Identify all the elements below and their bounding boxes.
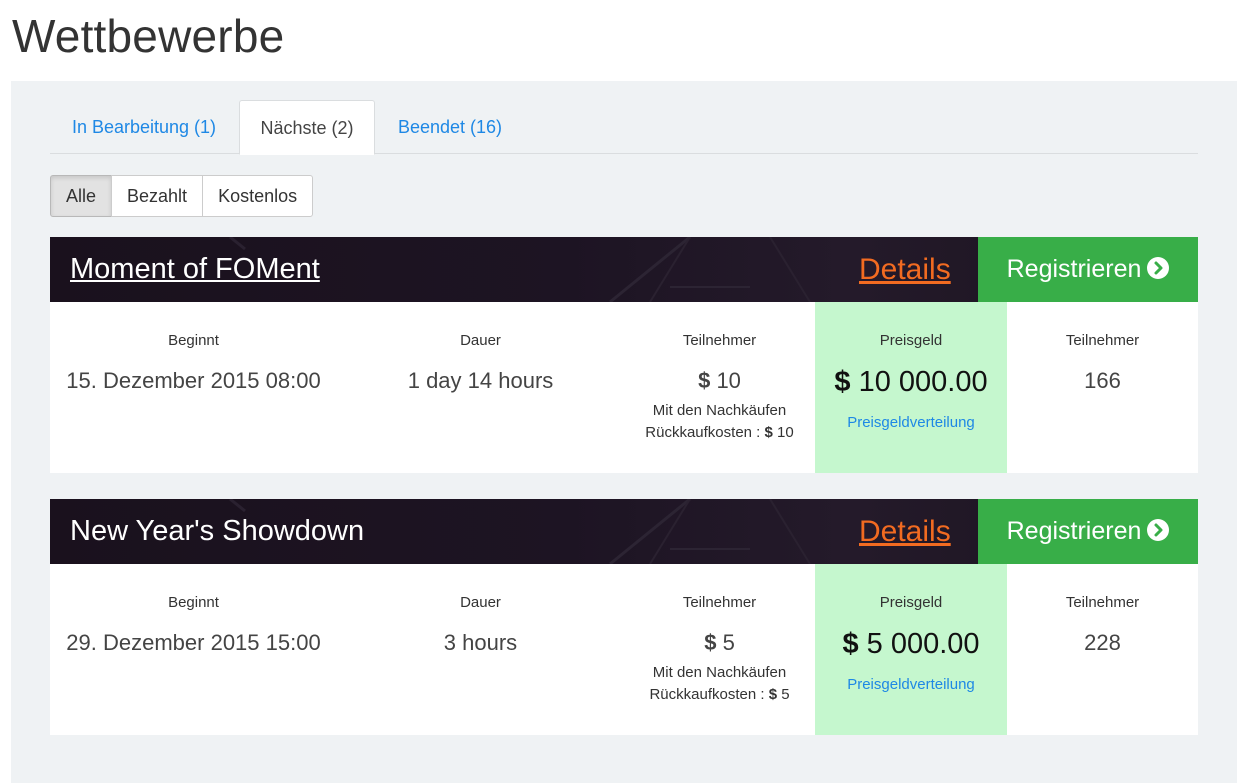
start-value: 29. Dezember 2015 15:00 [66,630,321,655]
buyin-amount: 10 [716,368,741,393]
start-label: Beginnt [168,332,219,349]
buyin-value: $ 10 [624,368,815,394]
register-label: Registrieren [1006,517,1142,545]
prize-value: $ 10 000.00 [815,366,1007,399]
tournament-title: New Year's Showdown [70,515,365,547]
rebuy-cost: Rückkaufkosten : $ 5 [624,686,815,703]
rebuy-amount: 5 [781,686,790,703]
prize-label: Preisgeld [879,332,943,349]
start-value: 15. Dezember 2015 08:00 [66,368,321,393]
filter-free-button[interactable]: Kostenlos [202,175,314,217]
rebuy-note: Mit den Nachkäufen [652,402,787,419]
tournament-header: New Year's Showdown Details Registrieren [50,499,1198,564]
buyin-column: Teilnehmer $ 5 Mit den Nachkäufen Rückka… [624,564,815,735]
tournament-title-link[interactable]: Moment of FOMent [70,237,320,302]
buyin-label: Teilnehmer [682,594,757,611]
buyin-value: $ 5 [624,630,815,656]
page-title: Wettbewerbe [12,10,285,62]
details-link[interactable]: Details [859,237,951,302]
prize-column: Preisgeld $ 10 000.00 Preisgeldverteilun… [815,302,1007,473]
filter-paid-button[interactable]: Bezahlt [111,175,204,217]
details-link[interactable]: Details [859,499,951,564]
start-column: Beginnt 15. Dezember 2015 08:00 [50,302,337,473]
tournament-info: Beginnt 15. Dezember 2015 08:00 Dauer 1 … [50,302,1198,473]
start-label: Beginnt [168,594,219,611]
duration-label: Dauer [460,594,501,611]
tournament-tabs: In Bearbeitung (1) Nächste (2) Beendet (… [50,100,1198,155]
buyin-amount: 5 [722,630,735,655]
duration-label: Dauer [460,332,501,349]
dollar-icon: $ [704,630,717,655]
duration-value: 1 day 14 hours [407,368,554,393]
start-column: Beginnt 29. Dezember 2015 15:00 [50,564,337,735]
register-label: Registrieren [1006,255,1142,283]
players-label: Teilnehmer [1065,332,1140,349]
rebuy-note: Mit den Nachkäufen [652,664,787,681]
dollar-icon: $ [764,424,773,441]
duration-column: Dauer 3 hours [337,564,624,735]
tournament-info: Beginnt 29. Dezember 2015 15:00 Dauer 3 … [50,564,1198,735]
prize-label: Preisgeld [879,594,943,611]
dollar-icon: $ [834,366,851,398]
duration-column: Dauer 1 day 14 hours [337,302,624,473]
rebuy-label: Rückkaufkosten : [649,686,765,703]
tournament-card: New Year's Showdown Details Registrieren… [50,499,1198,735]
prize-amount: 5 000.00 [866,628,980,660]
rebuy-label: Rückkaufkosten : [645,424,761,441]
prize-amount: 10 000.00 [858,366,988,398]
register-button[interactable]: Registrieren [978,237,1198,302]
dollar-icon: $ [842,628,859,660]
chevron-right-circle-icon [1147,257,1170,279]
rebuy-amount: 10 [777,424,794,441]
players-value: 166 [1084,368,1121,393]
tab-finished[interactable]: Beendet (16) [376,100,524,154]
tournament-header: Moment of FOMent Details Registrieren [50,237,1198,302]
prize-distribution-link[interactable]: Preisgeldverteilung [815,414,1007,431]
dollar-icon: $ [768,686,778,703]
players-column: Teilnehmer 166 [1007,302,1198,473]
rebuy-cost: Rückkaufkosten : $ 10 [624,424,815,441]
register-button[interactable]: Registrieren [978,499,1198,564]
prize-column: Preisgeld $ 5 000.00 Preisgeldverteilung [815,564,1007,735]
tab-in-progress[interactable]: In Bearbeitung (1) [50,100,238,154]
buyin-column: Teilnehmer $ 10 Mit den Nachkäufen Rückk… [624,302,815,473]
duration-value: 3 hours [443,630,518,655]
filter-all-button[interactable]: Alle [50,175,113,217]
tournament-card: Moment of FOMent Details Registrieren Be… [50,237,1198,473]
filter-button-group: Alle Bezahlt Kostenlos [50,175,314,217]
prize-distribution-link[interactable]: Preisgeldverteilung [815,676,1007,693]
prize-value: $ 5 000.00 [815,628,1007,661]
tournaments-panel: In Bearbeitung (1) Nächste (2) Beendet (… [11,81,1237,783]
chevron-right-circle-icon [1147,519,1170,541]
dollar-icon: $ [698,368,711,393]
buyin-label: Teilnehmer [682,332,757,349]
tab-upcoming[interactable]: Nächste (2) [239,100,375,155]
players-value: 228 [1084,630,1121,655]
players-column: Teilnehmer 228 [1007,564,1198,735]
players-label: Teilnehmer [1065,594,1140,611]
